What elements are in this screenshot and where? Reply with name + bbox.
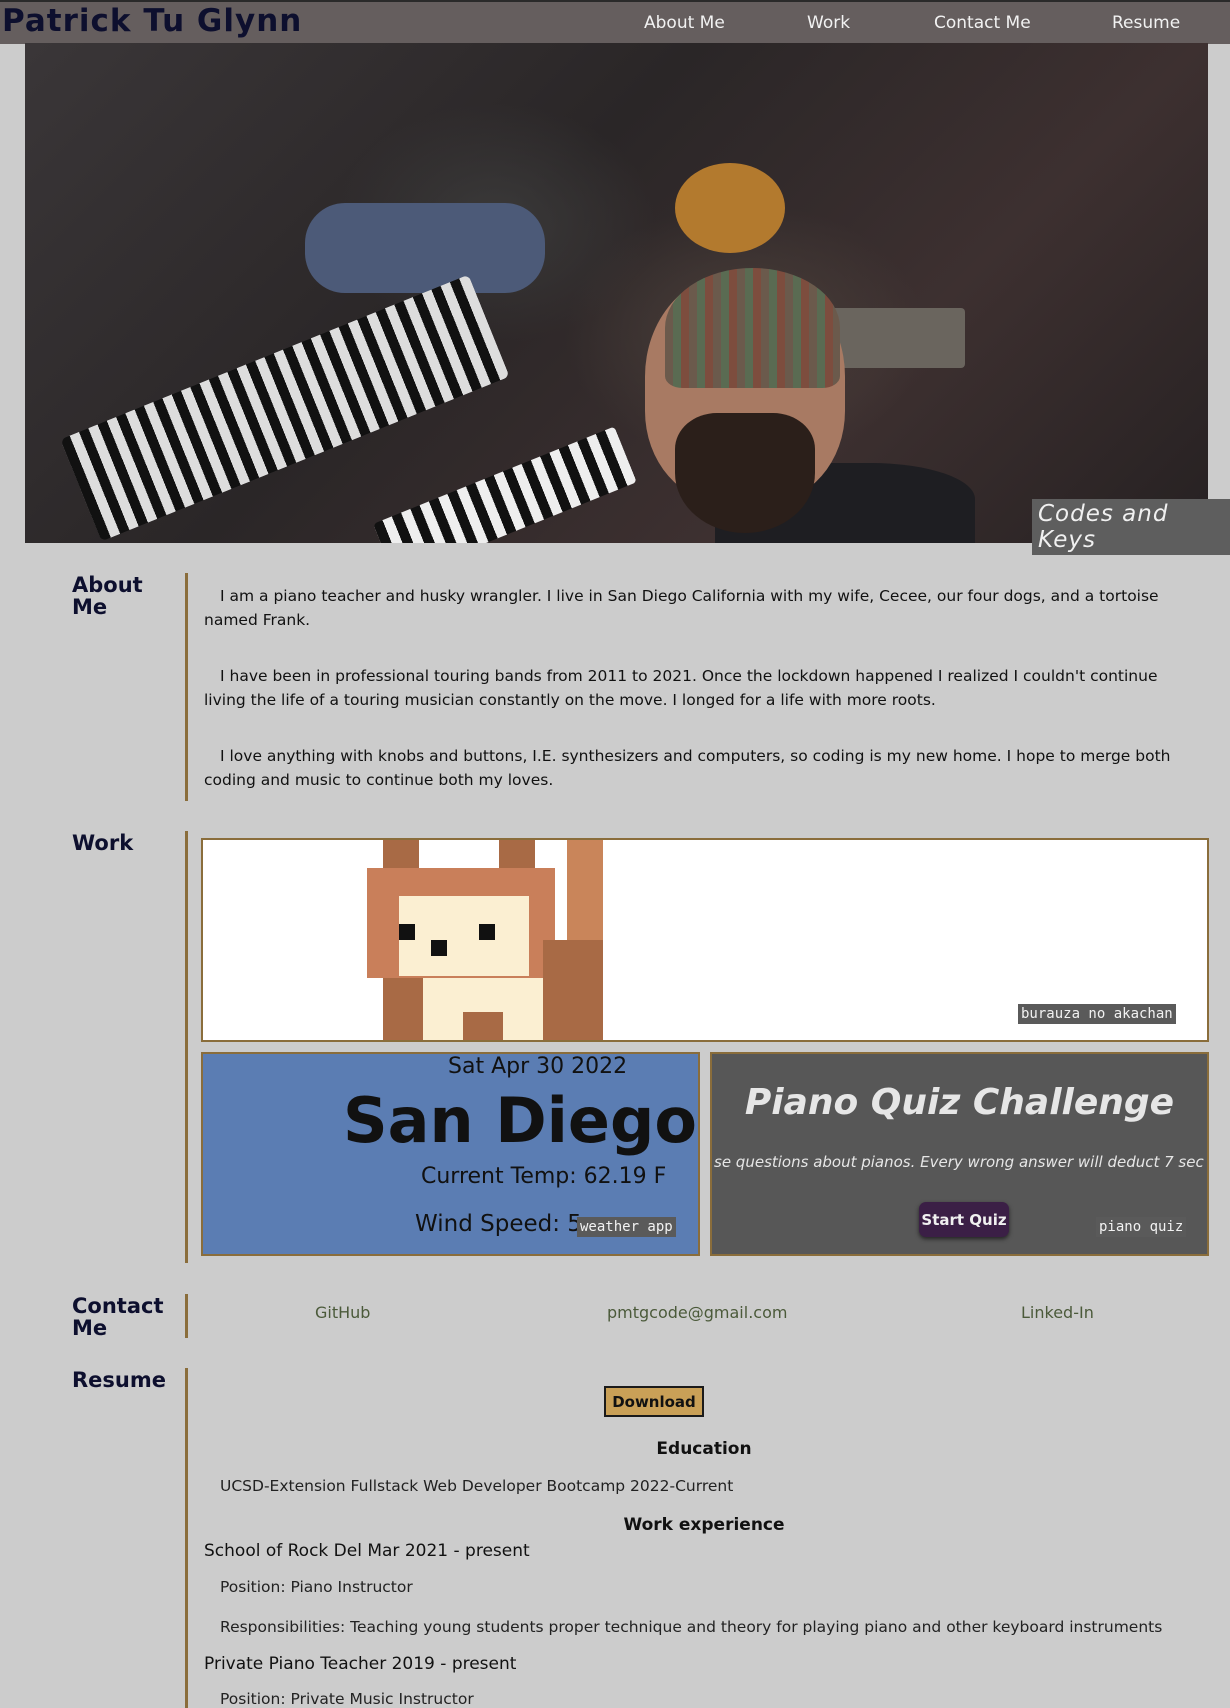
project-label: burauza no akachan [1018, 1004, 1176, 1024]
job-position: Position: Piano Instructor [220, 1578, 413, 1596]
hero-detail [665, 268, 840, 388]
work-heading: Work [72, 831, 134, 855]
download-resume-button[interactable]: Download [604, 1386, 704, 1417]
project-card-quiz[interactable]: Piano Quiz Challenge se questions about … [710, 1052, 1209, 1256]
top-navbar: Patrick Tu Glynn About Me Work Contact M… [0, 0, 1230, 44]
job-title: School of Rock Del Mar 2021 - present [204, 1541, 530, 1561]
about-paragraph: I love anything with knobs and buttons, … [204, 747, 1171, 789]
nav-contact-me[interactable]: Contact Me [934, 13, 1031, 33]
section-divider [185, 1368, 188, 1708]
github-link[interactable]: GitHub [315, 1303, 370, 1322]
quiz-description: se questions about pianos. Every wrong a… [714, 1153, 1204, 1171]
weather-temp: Current Temp: 62.19 F [421, 1164, 667, 1189]
nav-work[interactable]: Work [807, 13, 850, 33]
project-card-burauza[interactable]: burauza no akachan [201, 838, 1209, 1042]
project-label: weather app [577, 1217, 676, 1237]
weather-date: Sat Apr 30 2022 [448, 1054, 628, 1079]
education-heading: Education [656, 1439, 752, 1459]
nav-about-me[interactable]: About Me [644, 13, 725, 33]
site-title[interactable]: Patrick Tu Glynn [2, 3, 302, 39]
hero-detail [305, 203, 545, 293]
about-paragraph: I have been in professional touring band… [204, 667, 1158, 709]
about-heading: About Me [72, 573, 143, 619]
project-card-weather[interactable]: Sat Apr 30 2022 San Diego Current Temp: … [201, 1052, 700, 1256]
about-paragraph: I am a piano teacher and husky wrangler.… [204, 587, 1159, 629]
job-position: Position: Private Music Instructor [220, 1690, 474, 1708]
section-divider [185, 573, 188, 801]
hero-image [25, 43, 1208, 543]
education-item: UCSD-Extension Fullstack Web Developer B… [220, 1477, 734, 1495]
quiz-title: Piano Quiz Challenge [744, 1082, 1175, 1123]
job-title: Private Piano Teacher 2019 - present [204, 1654, 517, 1674]
hero-detail [675, 413, 815, 533]
section-divider [185, 831, 188, 1263]
email-link[interactable]: pmtgcode@gmail.com [607, 1303, 787, 1322]
nav-resume[interactable]: Resume [1112, 13, 1180, 33]
contact-heading: Contact Me [72, 1294, 164, 1340]
work-experience-heading: Work experience [623, 1515, 785, 1535]
hero-tagline: Codes and Keys [1032, 499, 1230, 555]
hero-detail [373, 426, 637, 543]
weather-city: San Diego [343, 1084, 697, 1157]
section-divider [185, 1294, 188, 1338]
weather-wind: Wind Speed: 5 [415, 1211, 582, 1237]
hero-detail [675, 163, 785, 253]
linkedin-link[interactable]: Linked-In [1021, 1303, 1094, 1322]
start-quiz-button[interactable]: Start Quiz [919, 1202, 1009, 1237]
project-label: piano quiz [1096, 1217, 1187, 1237]
resume-heading: Resume [72, 1368, 166, 1392]
job-responsibilities: Responsibilities: Teaching young student… [220, 1618, 1163, 1636]
